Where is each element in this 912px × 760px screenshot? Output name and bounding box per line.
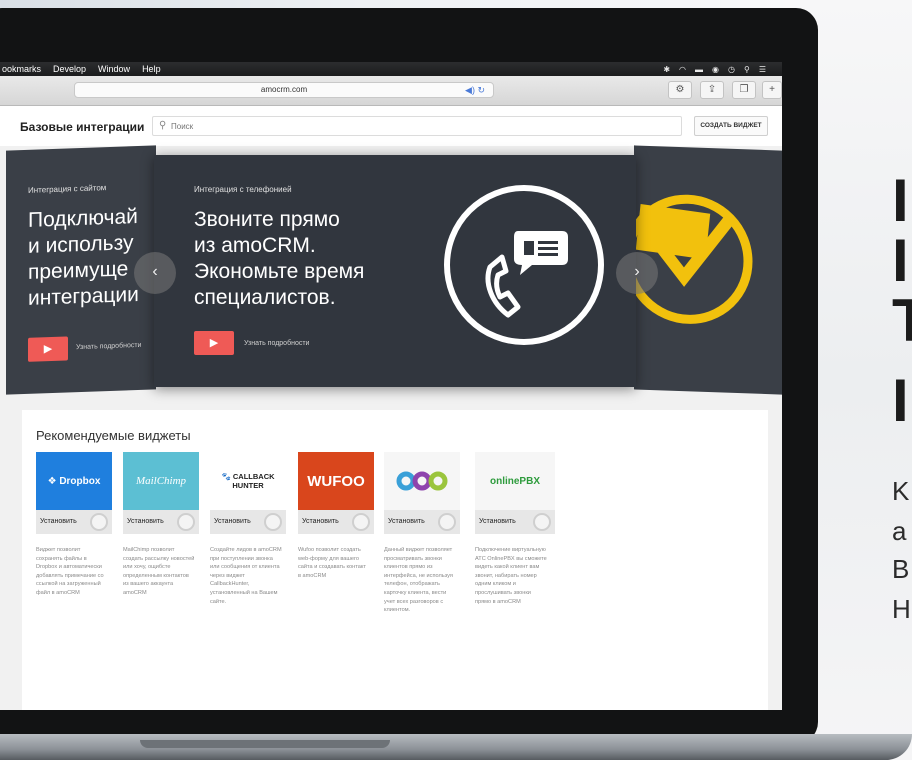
integration-carousel: Интеграция с сайтом Подключай и использу… — [0, 145, 782, 402]
install-toggle-icon[interactable] — [352, 513, 370, 531]
search-input[interactable] — [171, 119, 651, 133]
bg-small-2: a — [892, 516, 907, 546]
flag-icon[interactable]: ▬ — [695, 65, 703, 74]
install-button[interactable]: Установить — [123, 510, 199, 534]
slide-headline: Подключай и использу преимуще интеграции — [28, 205, 139, 310]
slide-kicker: Интеграция с телефонией — [194, 185, 292, 194]
install-toggle-icon[interactable] — [177, 513, 195, 531]
widget-name: MailChimp — [135, 475, 187, 487]
laptop-notch — [140, 740, 390, 748]
address-bar[interactable]: amocrm.com ◀) ↻ — [74, 82, 494, 98]
dropbox-logo[interactable]: ❖ Dropbox — [36, 452, 112, 510]
bg-letter-4: I — [892, 367, 909, 434]
widget-description: Данный виджет позволяет просматривать зв… — [384, 547, 453, 614]
install-button[interactable]: Установить — [384, 510, 460, 534]
widget-description: Подключение виртуальную АТС OnlinePBX вы… — [475, 547, 547, 605]
bg-small-1: K — [892, 476, 910, 506]
search-box[interactable]: ⚲ — [152, 116, 682, 136]
install-label: Установить — [302, 518, 339, 525]
play-icon[interactable]: ▶ — [28, 336, 68, 362]
widget-description: Создайте лидов в amoCRM при поступлении … — [210, 547, 282, 605]
bluetooth-icon[interactable]: ✱ — [663, 65, 670, 74]
spotlight-icon[interactable]: ⚲ — [744, 65, 750, 74]
menu-help[interactable]: Help — [142, 64, 161, 74]
widget-card-callbackhunter: 🐾 CALLBACK HUNTER Установить Создайте ли… — [210, 452, 286, 606]
create-widget-button[interactable]: СОЗДАТЬ ВИДЖЕТ — [694, 116, 768, 136]
more-link[interactable]: Узнать подробности — [244, 340, 309, 347]
install-button[interactable]: Установить — [475, 510, 555, 534]
menubar-status-icons: ✱ ◠ ▬ ◉ ◷ ⚲ ☰ — [663, 65, 782, 74]
reload-icon[interactable]: ◀) ↻ — [465, 83, 485, 97]
slide-kicker: Интеграция с сайтом — [28, 183, 107, 195]
paw-icon: 🐾 — [221, 472, 231, 481]
laptop-screen: ookmarks Develop Window Help ✱ ◠ ▬ ◉ ◷ ⚲… — [0, 62, 782, 710]
page-title: Базовые интеграции — [20, 120, 145, 134]
install-toggle-icon[interactable] — [90, 513, 108, 531]
clock-icon[interactable]: ◷ — [728, 65, 735, 74]
bg-letter-3: T — [892, 287, 912, 354]
url-text: amocrm.com — [260, 85, 308, 94]
widget-card-dropbox: ❖ Dropbox Установить Виджет позволит сох… — [36, 452, 112, 598]
widget-card-onlinepbx: onlinePBX Установить Подключение виртуал… — [475, 452, 555, 606]
widget-description: Виджет позволит сохранять файлы в Dropbo… — [36, 547, 104, 596]
recommended-widgets-panel: Рекомендуемые виджеты ❖ Dropbox Установи… — [22, 410, 768, 710]
widget-card-mailchimp: MailChimp Установить MailChimp позволит … — [123, 452, 199, 598]
widget-card-ooo: Установить Данный виджет позволяет просм… — [384, 452, 460, 615]
carousel-next-button[interactable]: › — [616, 252, 658, 294]
install-label: Установить — [127, 518, 164, 525]
mailchimp-logo[interactable]: MailChimp — [123, 452, 199, 510]
section-title: Рекомендуемые виджеты — [36, 428, 191, 443]
callbackhunter-logo[interactable]: 🐾 CALLBACK HUNTER — [210, 452, 286, 510]
install-toggle-icon[interactable] — [533, 513, 551, 531]
settings-icon[interactable]: ⚙ — [668, 81, 692, 99]
bg-small-3: B — [892, 554, 910, 584]
slide-headline: Звоните прямо из amoCRM. Экономьте время… — [194, 208, 365, 309]
app-header: Базовые интеграции ⚲ СОЗДАТЬ ВИДЖЕТ — [0, 106, 782, 146]
laptop-base — [0, 734, 912, 760]
ooo-icon — [396, 471, 448, 491]
install-label: Установить — [214, 518, 251, 525]
new-tab-icon[interactable]: + — [762, 81, 782, 99]
phone-icon — [485, 231, 568, 318]
more-link[interactable]: Узнать подробности — [76, 342, 141, 351]
menu-bookmarks[interactable]: ookmarks — [2, 64, 41, 74]
install-label: Установить — [479, 518, 516, 525]
install-label: Установить — [40, 518, 77, 525]
widget-description: MailChimp позволит создать рассылку ново… — [123, 547, 195, 596]
widget-description: Wufoo позволит создать web-форму для ваш… — [298, 547, 366, 579]
slide-telephony[interactable]: Интеграция с телефонией Звоните прямо из… — [154, 155, 636, 387]
install-label: Установить — [388, 518, 425, 525]
wufoo-logo[interactable]: WUFOO — [298, 452, 374, 510]
search-icon: ⚲ — [159, 120, 167, 131]
browser-toolbar: amocrm.com ◀) ↻ ⚙ ⇪ ❐ + — [0, 76, 782, 106]
tabs-icon[interactable]: ❐ — [732, 81, 756, 99]
timemachine-icon[interactable]: ◉ — [712, 65, 719, 74]
widget-name: CALLBACK HUNTER — [232, 472, 275, 490]
install-toggle-icon[interactable] — [438, 513, 456, 531]
mac-menubar: ookmarks Develop Window Help ✱ ◠ ▬ ◉ ◷ ⚲… — [0, 62, 782, 76]
carousel-prev-button[interactable]: ‹ — [134, 252, 176, 294]
bg-small-4: H — [892, 594, 911, 624]
widget-name: WUFOO — [307, 472, 365, 490]
install-button[interactable]: Установить — [210, 510, 286, 534]
menu-develop[interactable]: Develop — [53, 64, 86, 74]
install-toggle-icon[interactable] — [264, 513, 282, 531]
widget-name: Dropbox — [59, 475, 101, 487]
install-button[interactable]: Установить — [36, 510, 112, 534]
onlinepbx-logo[interactable]: onlinePBX — [475, 452, 555, 510]
widget-name: onlinePBX — [489, 475, 540, 487]
install-button[interactable]: Установить — [298, 510, 374, 534]
dropbox-icon: ❖ — [47, 475, 57, 487]
wifi-icon[interactable]: ◠ — [679, 65, 686, 74]
share-icon[interactable]: ⇪ — [700, 81, 724, 99]
widget-card-wufoo: WUFOO Установить Wufoo позволит создать … — [298, 452, 374, 580]
list-icon[interactable]: ☰ — [759, 65, 766, 74]
menu-window[interactable]: Window — [98, 64, 130, 74]
play-icon[interactable]: ▶ — [194, 331, 234, 355]
ooo-logo[interactable] — [384, 452, 460, 510]
